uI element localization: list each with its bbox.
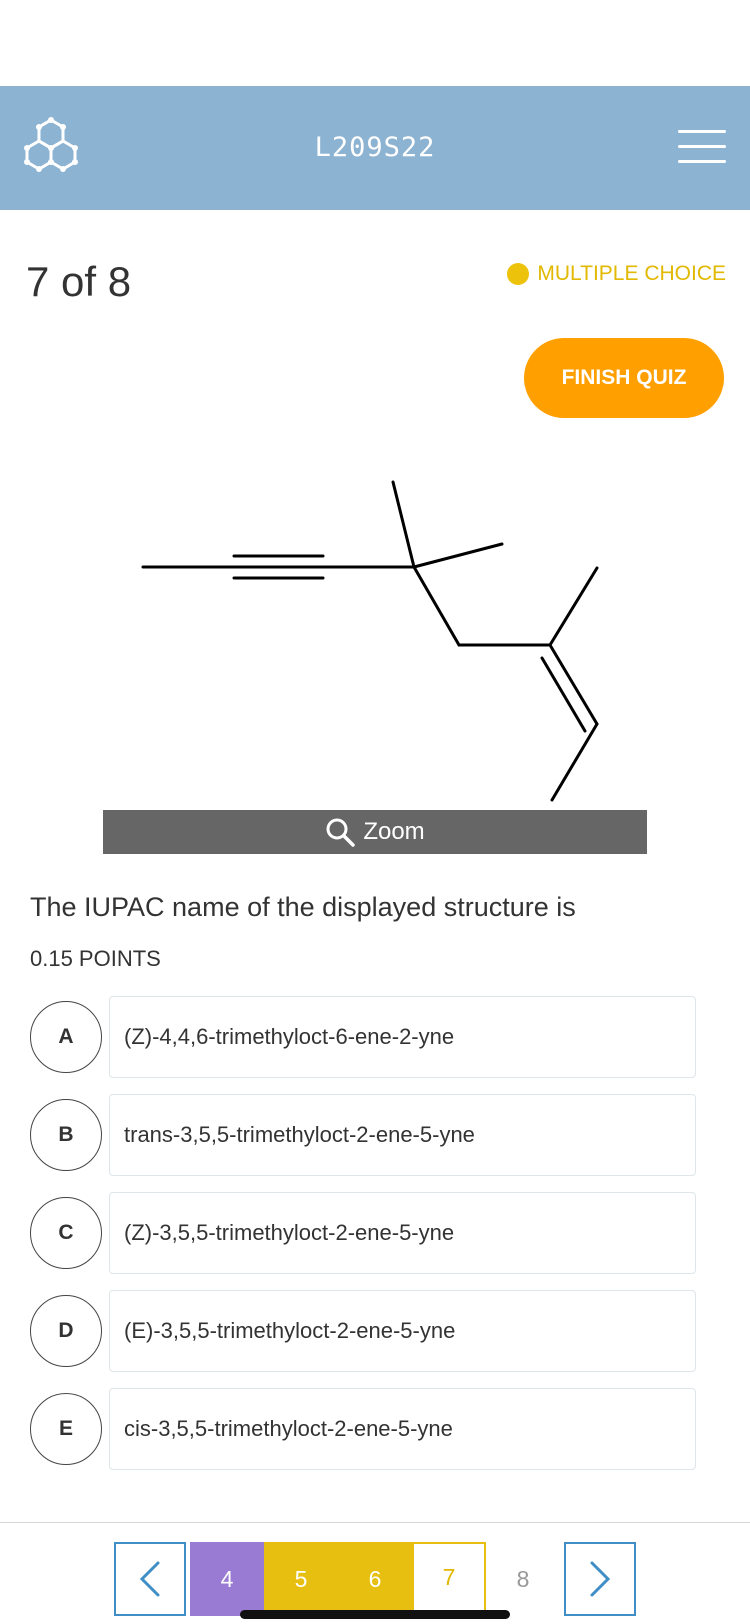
option-text: cis-3,5,5-trimethyloct-2-ene-5-yne: [124, 1416, 453, 1441]
option-letter[interactable]: B: [30, 1099, 102, 1171]
page-button-5[interactable]: 5: [264, 1542, 338, 1616]
question-type-label: MULTIPLE CHOICE: [537, 262, 726, 285]
prev-question-button[interactable]: [114, 1542, 186, 1616]
next-question-button[interactable]: [564, 1542, 636, 1616]
chevron-right-icon: [590, 1561, 611, 1597]
question-counter: 7 of 8: [26, 258, 132, 305]
page-button-6[interactable]: 6: [338, 1542, 412, 1616]
option-text: (E)-3,5,5-trimethyloct-2-ene-5-yne: [124, 1318, 456, 1343]
option-c[interactable]: C (Z)-3,5,5-trimethyloct-2-ene-5-yne: [30, 1192, 696, 1274]
home-indicator: [240, 1610, 510, 1619]
finish-quiz-button[interactable]: FINISH QUIZ: [524, 338, 724, 418]
option-e[interactable]: E cis-3,5,5-trimethyloct-2-ene-5-yne: [30, 1388, 696, 1470]
zoom-button[interactable]: Zoom: [103, 810, 647, 854]
page-button-7-current[interactable]: 7: [412, 1542, 486, 1616]
question-points: 0.15 POINTS: [30, 946, 161, 971]
question-type-dot-icon: [507, 263, 530, 285]
footer-divider: [0, 1522, 750, 1523]
option-text-box[interactable]: (Z)-4,4,6-trimethyloct-6-ene-2-yne: [109, 996, 696, 1078]
option-text-box[interactable]: (E)-3,5,5-trimethyloct-2-ene-5-yne: [109, 1290, 696, 1372]
option-letter[interactable]: C: [30, 1197, 102, 1269]
option-b[interactable]: B trans-3,5,5-trimethyloct-2-ene-5-yne: [30, 1094, 696, 1176]
quiz-title: L209S22: [314, 132, 436, 163]
option-d[interactable]: D (E)-3,5,5-trimethyloct-2-ene-5-yne: [30, 1290, 696, 1372]
question-pager: 4 5 6 7 8: [114, 1542, 636, 1616]
page-button-8[interactable]: 8: [486, 1542, 560, 1616]
option-text: (Z)-4,4,6-trimethyloct-6-ene-2-yne: [124, 1024, 455, 1049]
option-text-box[interactable]: cis-3,5,5-trimethyloct-2-ene-5-yne: [109, 1388, 696, 1470]
option-a[interactable]: A (Z)-4,4,6-trimethyloct-6-ene-2-yne: [30, 996, 696, 1078]
app-header: L209S22: [0, 86, 750, 210]
magnifier-icon: [326, 818, 356, 847]
option-text-box[interactable]: trans-3,5,5-trimethyloct-2-ene-5-yne: [109, 1094, 696, 1176]
option-text: (Z)-3,5,5-trimethyloct-2-ene-5-yne: [124, 1220, 455, 1245]
option-letter[interactable]: A: [30, 1001, 102, 1073]
zoom-label: Zoom: [363, 818, 425, 845]
option-letter[interactable]: E: [30, 1393, 102, 1465]
option-text: trans-3,5,5-trimethyloct-2-ene-5-yne: [124, 1122, 475, 1147]
chevron-left-icon: [139, 1561, 160, 1597]
page-button-4[interactable]: 4: [190, 1542, 264, 1616]
question-text: The IUPAC name of the displayed structur…: [30, 892, 576, 922]
hamburger-menu-icon[interactable]: [678, 130, 726, 164]
option-text-box[interactable]: (Z)-3,5,5-trimethyloct-2-ene-5-yne: [109, 1192, 696, 1274]
question-type: MULTIPLE CHOICE: [507, 262, 726, 286]
chemical-structure-image: [141, 480, 599, 802]
option-letter[interactable]: D: [30, 1295, 102, 1367]
